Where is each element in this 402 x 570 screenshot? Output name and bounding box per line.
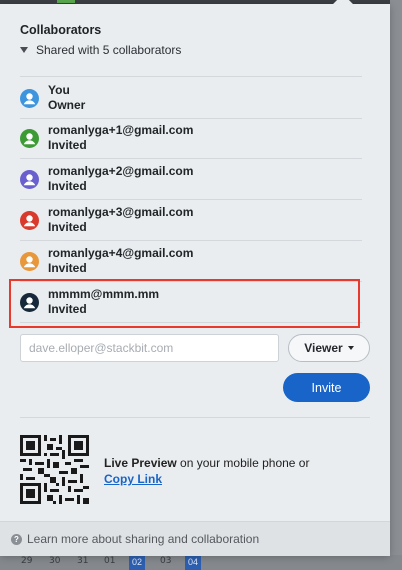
user-avatar-icon (20, 293, 39, 312)
user-avatar-icon (20, 170, 39, 189)
collaborator-row: You Owner (20, 76, 362, 119)
collaborator-email: mmmm@mmm.mm (48, 287, 160, 301)
collaborators-panel: Collaborators Shared with 5 collaborator… (0, 0, 390, 556)
shared-summary: Shared with 5 collaborators (36, 43, 182, 57)
calendar-day-selected: 02 (129, 555, 145, 570)
shared-toggle[interactable]: Shared with 5 collaborators (20, 43, 181, 57)
calendar-day: 29 (21, 556, 33, 566)
calendar-day: 03 (160, 556, 172, 566)
collaborator-role: Invited (48, 179, 87, 193)
collaborator-role: Invited (48, 302, 87, 316)
background-accent (57, 0, 75, 3)
collaborator-email: romanlyga+1@gmail.com (48, 123, 194, 137)
collaborator-row: romanlyga+2@gmail.com Invited (20, 158, 362, 200)
collaborator-email: romanlyga+3@gmail.com (48, 205, 194, 219)
collaborator-role: Invited (48, 220, 87, 234)
chevron-down-icon (347, 346, 354, 350)
calendar-day: 30 (49, 556, 61, 566)
user-avatar-icon (20, 211, 39, 230)
background-side (390, 0, 402, 570)
panel-pointer (333, 0, 353, 14)
calendar-day-selected: 04 (185, 555, 201, 570)
panel-title: Collaborators (20, 23, 102, 37)
copy-link[interactable]: Copy Link (104, 472, 162, 486)
help-icon: ? (11, 533, 22, 545)
collaborator-row: romanlyga+4@gmail.com Invited (20, 240, 362, 282)
live-preview-text: Live Preview on your mobile phone or Cop… (104, 455, 309, 487)
calendar-day: 01 (104, 556, 116, 566)
collaborator-email: You (48, 83, 70, 97)
divider (20, 417, 370, 418)
qr-code-icon (20, 435, 89, 504)
help-link[interactable]: Learn more about sharing and collaborati… (27, 532, 259, 546)
user-avatar-icon (20, 129, 39, 148)
live-preview-label: Live Preview (104, 456, 177, 470)
user-avatar-icon (20, 252, 39, 271)
collaborator-row: romanlyga+1@gmail.com Invited (20, 117, 362, 159)
collaborator-role: Owner (48, 98, 86, 112)
permission-dropdown[interactable]: Viewer (288, 334, 370, 362)
user-avatar-icon (20, 89, 39, 108)
collaborator-row: mmmm@mmm.mm Invited (20, 281, 362, 323)
panel-footer: ? Learn more about sharing and collabora… (0, 521, 390, 556)
collaborator-role: Invited (48, 261, 87, 275)
permission-label: Viewer (304, 341, 343, 355)
invite-button[interactable]: Invite (283, 373, 370, 402)
collaborator-email: romanlyga+2@gmail.com (48, 164, 194, 178)
live-preview-description: on your mobile phone or (176, 456, 310, 470)
collaborator-row: romanlyga+3@gmail.com Invited (20, 199, 362, 241)
invite-email-input[interactable] (20, 334, 279, 362)
collaborator-email: romanlyga+4@gmail.com (48, 246, 194, 260)
calendar-day: 31 (77, 556, 89, 566)
collaborator-role: Invited (48, 138, 87, 152)
triangle-down-icon (20, 47, 28, 53)
